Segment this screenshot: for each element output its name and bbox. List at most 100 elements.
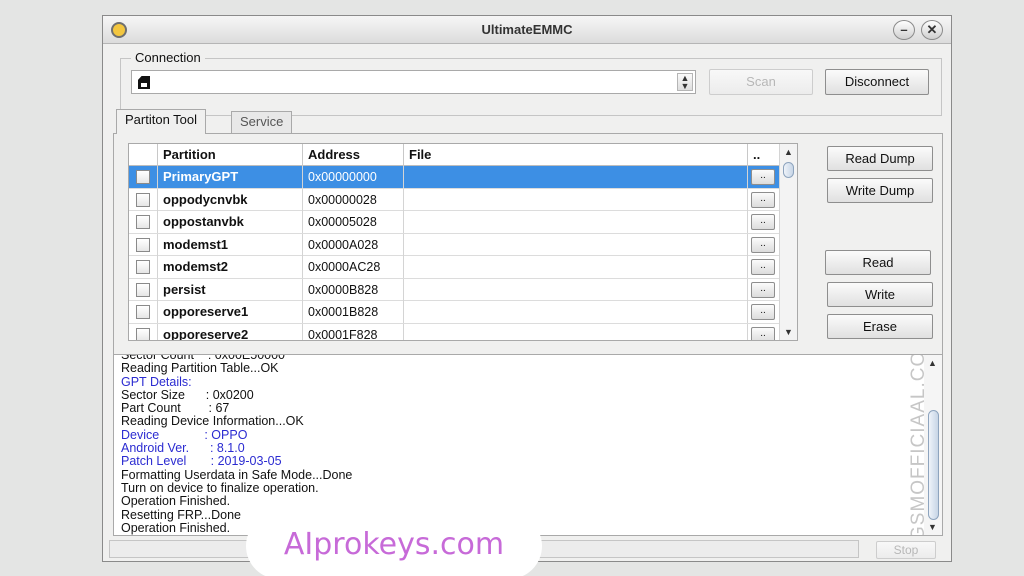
table-row[interactable]: oppodycnvbk 0x00000028.. bbox=[129, 188, 780, 211]
row-checkbox[interactable] bbox=[136, 237, 150, 252]
partition-address: 0x00000028 bbox=[303, 188, 404, 211]
partition-address: 0x00000000 bbox=[303, 166, 404, 188]
write-dump-button[interactable]: Write Dump bbox=[827, 178, 933, 203]
partition-name: modemst1 bbox=[158, 233, 303, 256]
tab-partition-tool[interactable]: Partiton Tool bbox=[116, 109, 207, 134]
browse-button[interactable]: .. bbox=[751, 259, 775, 275]
partition-name: oppostanvbk bbox=[158, 211, 303, 233]
log-lines: Sector Count : 0x00E50000 Reading Partiti… bbox=[121, 355, 352, 535]
browse-button[interactable]: .. bbox=[751, 326, 775, 340]
promo-banner: AIprokeys.com bbox=[246, 513, 542, 576]
promo-text: AIprokeys.com bbox=[283, 527, 505, 562]
combo-arrows-icon[interactable]: ▲ ▼ bbox=[677, 73, 693, 91]
browse-button[interactable]: .. bbox=[751, 169, 775, 185]
app-window: UltimateEMMC – ✕ Connection ▲ ▼ Scan Disc… bbox=[102, 15, 952, 562]
partition-name: persist bbox=[158, 278, 303, 301]
table-row[interactable]: persist 0x0000B828.. bbox=[129, 278, 780, 301]
partition-address: 0x0000B828 bbox=[303, 278, 404, 301]
browse-cell: .. bbox=[748, 233, 780, 256]
header-browse[interactable]: .. bbox=[748, 144, 780, 166]
partition-name: modemst2 bbox=[158, 256, 303, 278]
table-row[interactable]: modemst2 0x0000AC28.. bbox=[129, 256, 780, 279]
row-checkbox[interactable] bbox=[136, 192, 150, 207]
header-file[interactable]: File bbox=[404, 144, 748, 166]
port-combobox[interactable]: ▲ ▼ bbox=[131, 70, 696, 94]
write-button[interactable]: Write bbox=[827, 282, 933, 307]
row-checkbox[interactable] bbox=[136, 282, 150, 297]
partition-address: 0x0000A028 bbox=[303, 233, 404, 256]
log-line: Device : OPPO bbox=[121, 427, 248, 442]
table-row[interactable]: opporeserve1 0x0001B828.. bbox=[129, 301, 780, 324]
browse-cell: .. bbox=[748, 301, 780, 323]
partition-file[interactable] bbox=[404, 278, 748, 301]
row-checkbox-cell bbox=[129, 278, 158, 301]
table-row[interactable]: modemst1 0x0000A028.. bbox=[129, 233, 780, 256]
close-button[interactable]: ✕ bbox=[921, 20, 943, 40]
window-title: UltimateEMMC bbox=[481, 22, 573, 37]
table-header: Partition Address File .. bbox=[129, 144, 797, 166]
erase-button[interactable]: Erase bbox=[827, 314, 933, 339]
browse-button[interactable]: .. bbox=[751, 214, 775, 230]
row-checkbox[interactable] bbox=[136, 170, 150, 184]
table-row[interactable]: opporeserve2 0x0001F828.. bbox=[129, 323, 780, 340]
minimize-button[interactable]: – bbox=[893, 20, 915, 40]
partition-file[interactable] bbox=[404, 188, 748, 211]
partition-name: opporeserve1 bbox=[158, 301, 303, 323]
table-row[interactable]: oppostanvbk 0x00005028.. bbox=[129, 211, 780, 234]
log-scroll-down-icon[interactable]: ▼ bbox=[924, 519, 941, 535]
log-line: Part Count : 67 bbox=[121, 401, 230, 416]
partition-file[interactable] bbox=[404, 256, 748, 278]
log-line: Reading Device Information...OK bbox=[121, 414, 304, 429]
row-checkbox[interactable] bbox=[136, 305, 150, 319]
row-checkbox-cell bbox=[129, 233, 158, 256]
scroll-up-icon[interactable]: ▲ bbox=[780, 144, 797, 160]
read-dump-button[interactable]: Read Dump bbox=[827, 146, 933, 171]
disconnect-button[interactable]: Disconnect bbox=[825, 69, 929, 95]
tab-service[interactable]: Service bbox=[231, 111, 293, 133]
browse-button[interactable]: .. bbox=[751, 236, 775, 253]
connection-group: Connection ▲ ▼ Scan Disconnect bbox=[120, 50, 942, 116]
row-checkbox[interactable] bbox=[136, 215, 150, 229]
partition-table: Partition Address File .. PrimaryGPT 0x00… bbox=[128, 143, 798, 341]
row-checkbox-cell bbox=[129, 256, 158, 278]
partition-address: 0x0000AC28 bbox=[303, 256, 404, 278]
row-checkbox-cell bbox=[129, 188, 158, 211]
scroll-down-icon[interactable]: ▼ bbox=[780, 324, 797, 340]
table-row[interactable]: PrimaryGPT 0x00000000.. bbox=[129, 166, 780, 189]
browse-button[interactable]: .. bbox=[751, 304, 775, 320]
browse-cell: .. bbox=[748, 211, 780, 233]
row-checkbox-cell bbox=[129, 166, 158, 188]
browse-button[interactable]: .. bbox=[751, 191, 775, 208]
partition-file[interactable] bbox=[404, 166, 748, 188]
scroll-thumb[interactable] bbox=[783, 162, 794, 178]
log-line: Turn on device to finalize operation. bbox=[121, 480, 319, 495]
partition-address: 0x0001F828 bbox=[303, 323, 404, 340]
log-scroll-thumb[interactable] bbox=[928, 410, 939, 520]
table-scrollbar[interactable]: ▲ ▼ bbox=[779, 144, 797, 340]
stop-button[interactable]: Stop bbox=[876, 541, 936, 559]
read-button[interactable]: Read bbox=[825, 250, 931, 275]
log-line: Android Ver. : 8.1.0 bbox=[121, 441, 245, 456]
log-scrollbar[interactable]: ▲ ▼ bbox=[924, 355, 942, 535]
log-line: Operation Finished. bbox=[121, 494, 231, 509]
log-output[interactable]: Sector Count : 0x00E50000 Reading Partiti… bbox=[113, 354, 943, 536]
browse-button[interactable]: .. bbox=[751, 281, 775, 298]
partition-file[interactable] bbox=[404, 323, 748, 340]
row-checkbox-cell bbox=[129, 301, 158, 323]
partition-file[interactable] bbox=[404, 233, 748, 256]
partition-file[interactable] bbox=[404, 211, 748, 233]
row-checkbox[interactable] bbox=[136, 260, 150, 274]
log-line: Sector Size : 0x0200 bbox=[121, 387, 254, 402]
title-bar: UltimateEMMC – ✕ bbox=[103, 16, 951, 44]
partition-tool-panel: Partition Address File .. PrimaryGPT 0x00… bbox=[113, 133, 943, 355]
header-partition[interactable]: Partition bbox=[158, 144, 303, 166]
browse-cell: .. bbox=[748, 166, 780, 188]
browse-cell: .. bbox=[748, 188, 780, 211]
scan-button[interactable]: Scan bbox=[709, 69, 813, 95]
header-address[interactable]: Address bbox=[303, 144, 404, 166]
connection-label: Connection bbox=[131, 50, 205, 65]
row-checkbox[interactable] bbox=[136, 327, 150, 340]
partition-file[interactable] bbox=[404, 301, 748, 323]
log-scroll-up-icon[interactable]: ▲ bbox=[924, 355, 941, 371]
log-line: GPT Details: bbox=[121, 374, 192, 389]
